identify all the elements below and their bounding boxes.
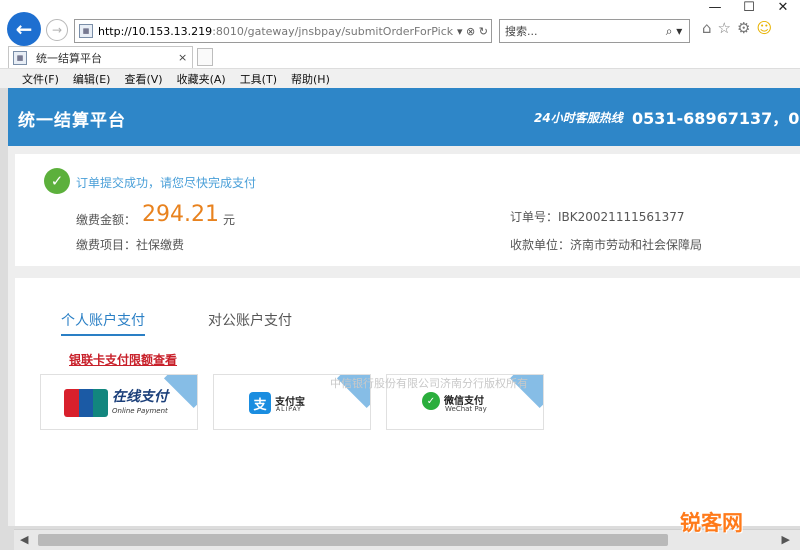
tab-personal-payment[interactable]: 个人账户支付: [61, 310, 145, 336]
amount-value: 294.21: [142, 202, 219, 227]
forward-button[interactable]: →: [46, 19, 68, 41]
window-controls: — ☐ ✕: [698, 0, 800, 16]
menu-bar: 文件(F) 编辑(E) 查看(V) 收藏夹(A) 工具(T) 帮助(H): [0, 68, 800, 88]
back-button[interactable]: ←: [7, 12, 41, 46]
url-path: :8010/gateway/jnsbpay/submitOrderForPick…: [212, 24, 453, 38]
feedback-smiley-icon[interactable]: ☺: [756, 19, 772, 37]
menu-edit[interactable]: 编辑(E): [73, 71, 111, 87]
tab-close-icon[interactable]: ×: [178, 51, 192, 64]
toolbar-icons: ⌂ ☆ ⚙ ☺: [702, 19, 772, 37]
refresh-icon[interactable]: ▾ ⊗ ↻: [457, 25, 488, 38]
home-icon[interactable]: ⌂: [702, 19, 712, 37]
amount-unit: 元: [223, 213, 236, 227]
menu-view[interactable]: 查看(V): [124, 71, 162, 87]
browser-chrome: — ☐ ✕ ← → ▦ http://10.153.13.219:8010/ga…: [0, 0, 800, 88]
arrow-right-icon: →: [51, 23, 63, 37]
page-favicon-icon: ▦: [79, 24, 93, 38]
arrow-left-icon: ←: [15, 17, 33, 41]
browser-tab[interactable]: ▦ 统一结算平台 ×: [8, 46, 193, 68]
unionpay-option[interactable]: 在线支付 Online Payment: [40, 374, 198, 430]
payment-item: 缴费项目：社保缴费: [76, 238, 185, 252]
wechat-pay-sublabel: WeChat Pay: [445, 405, 487, 413]
site-title: 统一结算平台: [18, 111, 126, 131]
favorites-star-icon[interactable]: ☆: [718, 19, 731, 37]
unionpay-label: 在线支付: [112, 389, 168, 405]
new-tab-button[interactable]: [197, 48, 213, 66]
tab-corporate-payment[interactable]: 对公账户支付: [208, 310, 292, 330]
menu-help[interactable]: 帮助(H): [291, 71, 330, 87]
hotline-label: 24小时客服热线: [534, 111, 623, 125]
wechat-logo-icon: ✓: [422, 392, 440, 410]
site-header: 统一结算平台 24小时客服热线 0531-68967137，05: [8, 88, 800, 146]
hotline-phone: 0531-68967137，05: [632, 109, 800, 128]
scrollbar-thumb[interactable]: [38, 534, 668, 546]
site-watermark: 锐客网: [680, 511, 743, 535]
success-message: 订单提交成功，请您尽快完成支付: [76, 176, 257, 190]
scroll-right-icon[interactable]: ▶: [782, 533, 790, 546]
menu-tools[interactable]: 工具(T): [240, 71, 277, 87]
search-box[interactable]: 搜索... ⌕ ▾: [499, 19, 690, 43]
payment-card: 个人账户支付 对公账户支付 银联卡支付限额查看 在线支付 Online Paym…: [15, 278, 800, 526]
close-window-button[interactable]: ✕: [766, 0, 800, 16]
scroll-left-icon[interactable]: ◀: [20, 533, 28, 546]
order-number: 订单号：IBK20021111561377: [510, 210, 685, 224]
bank-limit-link[interactable]: 银联卡支付限额查看: [69, 351, 177, 368]
check-circle-icon: ✓: [44, 168, 70, 194]
tab-favicon-icon: ▦: [13, 50, 27, 65]
address-bar[interactable]: ▦ http://10.153.13.219:8010/gateway/jnsb…: [74, 19, 492, 43]
page-content: ✓ 订单提交成功，请您尽快完成支付 缴费金额： 294.21 元 缴费项目：社保…: [8, 146, 800, 526]
payee: 收款单位：济南市劳动和社会保障局: [510, 238, 703, 252]
alipay-logo-icon: 支: [249, 392, 271, 414]
amount-label: 缴费金额：: [76, 213, 137, 227]
copyright-text: 中信银行股份有限公司济南分行版权所有: [330, 377, 528, 390]
url-text[interactable]: http://10.153.13.219:8010/gateway/jnsbpa…: [98, 25, 453, 38]
maximize-button[interactable]: ☐: [732, 0, 766, 16]
alipay-sublabel: ALIPAY: [276, 406, 302, 413]
url-host: http://10.153.13.219: [98, 24, 213, 38]
gear-icon[interactable]: ⚙: [737, 19, 750, 37]
order-summary-card: ✓ 订单提交成功，请您尽快完成支付 缴费金额： 294.21 元 缴费项目：社保…: [15, 154, 800, 266]
search-icon[interactable]: ⌕ ▾: [659, 24, 689, 39]
menu-file[interactable]: 文件(F): [22, 71, 59, 87]
corner-ribbon: [163, 375, 197, 409]
search-input[interactable]: 搜索...: [505, 23, 659, 39]
unionpay-sublabel: Online Payment: [112, 407, 168, 415]
tab-title: 统一结算平台: [36, 51, 102, 65]
unionpay-logo-icon: [64, 389, 109, 417]
minimize-button[interactable]: —: [698, 0, 732, 16]
menu-favorites[interactable]: 收藏夹(A): [177, 71, 226, 87]
